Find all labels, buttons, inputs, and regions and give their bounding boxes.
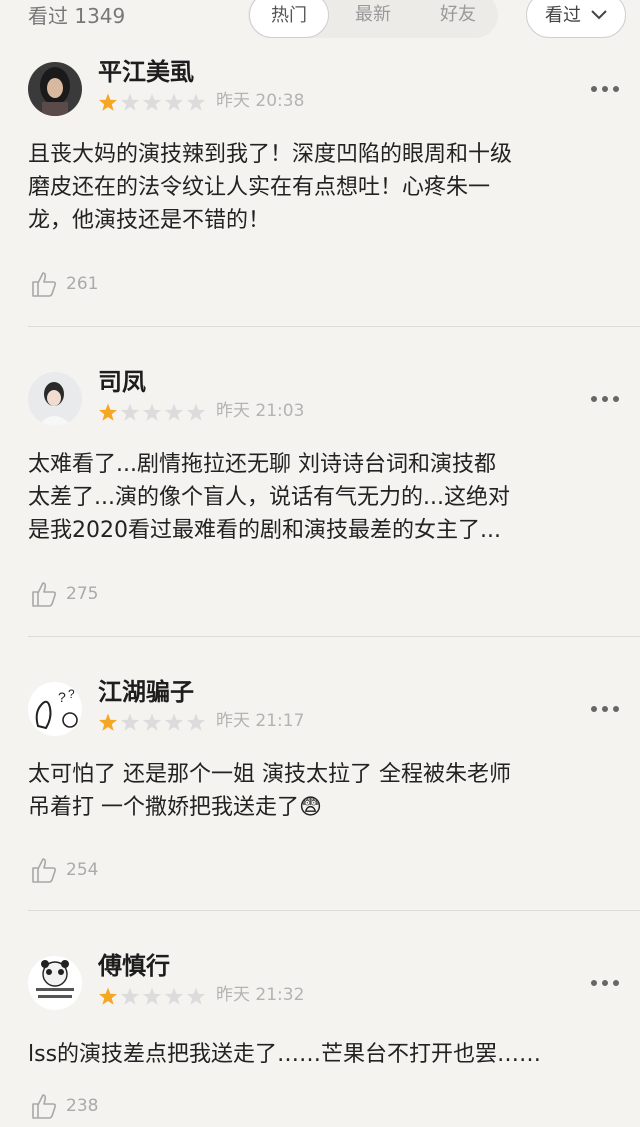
sort-tabs: 热门 最新 好友 xyxy=(248,0,498,38)
star-empty-icon xyxy=(164,93,184,111)
star-empty-icon xyxy=(142,403,162,421)
avatar[interactable] xyxy=(28,956,82,1010)
comment-time: 昨天 20:38 xyxy=(216,91,305,111)
like-button[interactable]: 254 xyxy=(30,856,98,884)
thumbs-up-icon xyxy=(32,1094,57,1119)
fearful-face-emoji: 😨 xyxy=(299,795,322,820)
star-empty-icon xyxy=(186,93,206,111)
star-filled-icon xyxy=(98,403,118,421)
star-empty-icon xyxy=(142,93,162,111)
star-empty-icon xyxy=(120,93,140,111)
comments-header: 看过 1349 热门 最新 好友 看过 xyxy=(0,0,640,46)
comment-time: 昨天 21:17 xyxy=(216,711,305,731)
rating-stars xyxy=(98,987,206,1005)
more-options-icon[interactable] xyxy=(590,978,620,988)
thumbs-up-icon xyxy=(32,582,57,607)
star-filled-icon xyxy=(98,987,118,1005)
star-filled-icon xyxy=(98,93,118,111)
divider xyxy=(28,636,640,637)
tab-friends[interactable]: 好友 xyxy=(423,0,493,38)
more-options-icon[interactable] xyxy=(590,84,620,94)
seen-filter-dropdown[interactable]: 看过 xyxy=(526,0,626,38)
avatar[interactable] xyxy=(28,372,82,426)
star-empty-icon xyxy=(142,713,162,731)
star-empty-icon xyxy=(164,713,184,731)
rating-stars xyxy=(98,713,206,731)
avatar[interactable] xyxy=(28,62,82,116)
comment-time: 昨天 21:32 xyxy=(216,985,305,1005)
chevron-down-icon xyxy=(591,10,607,20)
star-empty-icon xyxy=(120,713,140,731)
star-empty-icon xyxy=(186,713,206,731)
comment-time: 昨天 21:03 xyxy=(216,401,305,421)
seen-count: 看过 1349 xyxy=(28,4,126,28)
more-options-icon[interactable] xyxy=(590,394,620,404)
star-filled-icon xyxy=(98,713,118,731)
comment-text: lss的演技差点把我送走了……芒果台不打开也罢…… xyxy=(28,1042,542,1067)
rating-stars xyxy=(98,93,206,111)
thumbs-up-icon xyxy=(32,858,57,883)
seen-filter-label: 看过 xyxy=(545,5,581,26)
star-empty-icon xyxy=(120,403,140,421)
thumbs-up-icon xyxy=(32,272,57,297)
tab-latest[interactable]: 最新 xyxy=(338,0,408,38)
divider xyxy=(28,326,640,327)
comment-text: 太难看了...剧情拖拉还无聊 刘诗诗台词和演技都 太差了...演的像个盲人，说话… xyxy=(28,452,510,543)
comment-text-body: 太可怕了 还是那个一姐 演技太拉了 全程被朱老师 吊着打 一个撒娇把我送走了 xyxy=(28,762,511,820)
like-count: 261 xyxy=(66,274,99,294)
star-empty-icon xyxy=(120,987,140,1005)
svg-text:?: ? xyxy=(58,689,66,705)
avatar[interactable]: ? ? xyxy=(28,682,82,736)
star-empty-icon xyxy=(164,987,184,1005)
username[interactable]: 傅慎行 xyxy=(98,950,170,982)
star-empty-icon xyxy=(186,987,206,1005)
more-options-icon[interactable] xyxy=(590,704,620,714)
username[interactable]: 司凤 xyxy=(98,366,146,398)
svg-text:?: ? xyxy=(68,687,75,701)
comment-text: 且丧大妈的演技辣到我了！深度凹陷的眼周和十级 磨皮还在的法令纹让人实在有点想吐！… xyxy=(28,142,513,233)
like-count: 275 xyxy=(66,584,99,604)
divider xyxy=(28,910,640,911)
like-button[interactable]: 261 xyxy=(30,270,98,298)
comment-text: 太可怕了 还是那个一姐 演技太拉了 全程被朱老师 吊着打 一个撒娇把我送走了😨 xyxy=(28,758,620,824)
username[interactable]: 江湖骗子 xyxy=(98,676,194,708)
like-count: 238 xyxy=(66,1096,99,1116)
username[interactable]: 平江美虱 xyxy=(98,56,194,88)
like-button[interactable]: 275 xyxy=(30,580,98,608)
like-button[interactable]: 238 xyxy=(30,1092,98,1120)
tab-hot[interactable]: 热门 xyxy=(249,0,329,38)
like-count: 254 xyxy=(66,860,99,880)
star-empty-icon xyxy=(164,403,184,421)
star-empty-icon xyxy=(142,987,162,1005)
star-empty-icon xyxy=(186,403,206,421)
rating-stars xyxy=(98,403,206,421)
